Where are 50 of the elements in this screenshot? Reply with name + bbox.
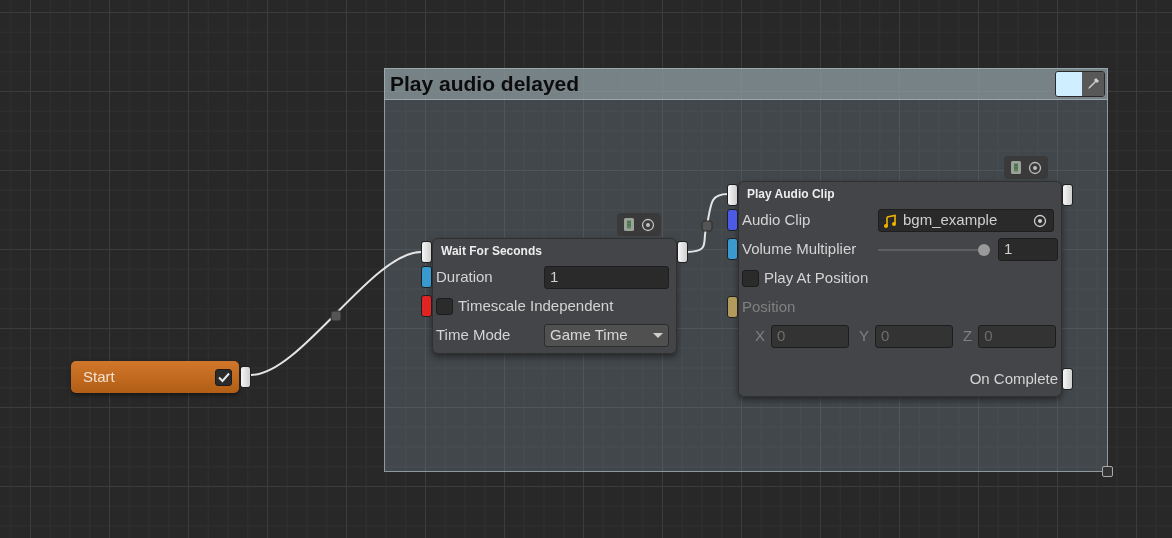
slider[interactable] bbox=[878, 243, 990, 256]
port[interactable] bbox=[421, 295, 432, 317]
dropdown[interactable]: Game Time bbox=[544, 324, 669, 347]
input-port[interactable] bbox=[727, 184, 738, 206]
axis-label: X bbox=[755, 326, 765, 347]
group-title: Play audio delayed bbox=[390, 71, 580, 98]
color-field[interactable] bbox=[1055, 71, 1105, 97]
slider-thumb[interactable] bbox=[978, 243, 990, 256]
node-title: Play Audio Clip bbox=[746, 186, 836, 203]
output-port[interactable] bbox=[1062, 368, 1073, 390]
output-port[interactable] bbox=[677, 241, 688, 263]
field-label: Volume Multiplier bbox=[742, 239, 858, 260]
output-port[interactable] bbox=[1062, 184, 1073, 206]
resize-handle[interactable] bbox=[1102, 466, 1113, 477]
target-icon bbox=[1028, 160, 1042, 175]
number-field[interactable]: 1 bbox=[544, 266, 669, 289]
field-label: Timescale Independent bbox=[458, 296, 614, 317]
input-port[interactable] bbox=[421, 241, 432, 263]
caret-icon bbox=[653, 333, 663, 338]
checkbox[interactable] bbox=[436, 298, 453, 315]
eyedropper-icon bbox=[1085, 76, 1101, 92]
axis-label: Z bbox=[963, 326, 973, 347]
number-field: 0 bbox=[875, 325, 954, 348]
target-icon bbox=[641, 217, 655, 232]
node-title: Wait For Seconds bbox=[440, 243, 543, 260]
field-label: Duration bbox=[436, 267, 494, 288]
number-field: 0 bbox=[771, 325, 849, 348]
number-field[interactable]: 1 bbox=[998, 238, 1058, 261]
script-icon bbox=[1010, 160, 1022, 175]
dropdown-value: Game Time bbox=[550, 325, 628, 346]
number-field: 0 bbox=[978, 325, 1057, 348]
field-label: Position bbox=[742, 297, 796, 318]
connection-line bbox=[686, 193, 729, 253]
script-icon bbox=[623, 217, 635, 232]
output-port[interactable] bbox=[240, 366, 251, 388]
field-label: Audio Clip bbox=[742, 210, 812, 231]
checkbox[interactable] bbox=[215, 368, 232, 386]
music-note-icon bbox=[884, 213, 897, 228]
port[interactable] bbox=[727, 238, 738, 260]
field-label: Time Mode bbox=[436, 325, 512, 346]
object-value: bgm_example bbox=[903, 210, 999, 231]
field-label: On Complete bbox=[969, 369, 1058, 390]
axis-label: Y bbox=[859, 326, 870, 347]
node-title: Start bbox=[83, 366, 115, 387]
port[interactable] bbox=[421, 266, 432, 288]
object-field[interactable]: bgm_example bbox=[878, 209, 1054, 232]
field-label: Play At Position bbox=[764, 268, 869, 289]
target-icon bbox=[1033, 213, 1047, 228]
checkbox[interactable] bbox=[742, 270, 759, 287]
connection-point[interactable] bbox=[330, 310, 342, 322]
